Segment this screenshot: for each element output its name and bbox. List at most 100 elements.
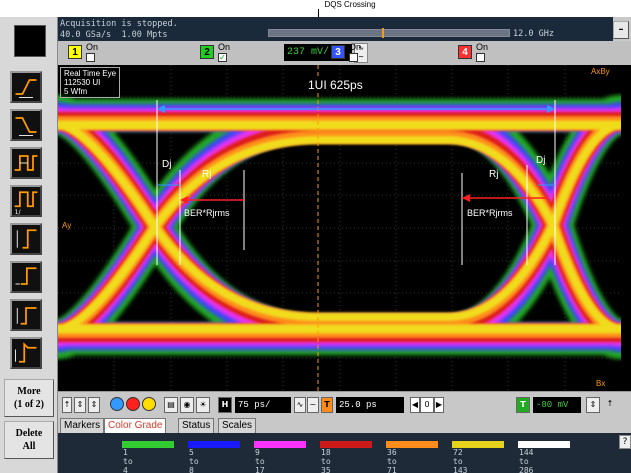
legend-end: 4 (123, 466, 128, 473)
delay-field[interactable]: 25.0 ps (336, 397, 404, 413)
acquisition-memory-bar (268, 28, 510, 38)
red-marker-button[interactable] (126, 397, 140, 411)
minimize-button[interactable]: – (613, 21, 629, 39)
legend-item: 36 to 71 (386, 441, 438, 473)
channel-4-button[interactable]: 4 (458, 45, 472, 59)
legend-swatch (320, 441, 372, 448)
top-level-measure-button[interactable] (10, 299, 42, 331)
bx-marker-label: Bx (596, 379, 606, 388)
legend-item: 72 to 143 (452, 441, 504, 473)
delete-label: Delete (15, 428, 43, 439)
eye-diagram-display[interactable]: Real Time Eye 112530 UI 5 Wfm 1UI 625ps … (58, 65, 621, 391)
legend-to: to (321, 457, 331, 466)
legend-item: 1 to 4 (122, 441, 174, 473)
camera-icon[interactable]: ◉ (180, 397, 194, 413)
channel-4-toggle[interactable]: On (476, 43, 488, 62)
acquisition-status-bar: Acquisition is stopped. 40.0 GSa/s 1.00 … (58, 17, 613, 41)
stop-icon[interactable]: ↑ (62, 397, 72, 413)
overshoot-measure-button[interactable] (10, 337, 42, 369)
tab-color-grade[interactable]: Color Grade (104, 418, 167, 433)
control-bar: ↑ ⇕ ⇕ ▤ ◉ ☀ H 75 ps/ ∿ ~ T 25.0 ps ◀ 0 ▶… (58, 391, 631, 417)
legend-from: 18 (321, 448, 331, 457)
more-button[interactable]: More (1 of 2) (4, 379, 54, 417)
delete-all-button[interactable]: Delete All (4, 421, 54, 459)
channel-2-checkbox[interactable]: ✓ (218, 53, 227, 62)
channel-3-toggle[interactable]: On (349, 43, 361, 62)
delay-button[interactable]: T (321, 397, 333, 413)
vertical-adjust-button[interactable]: ⇕ (88, 397, 100, 413)
legend-item: 5 to 8 (188, 441, 240, 473)
amplitude-measure-button[interactable] (10, 223, 42, 255)
horizontal-button[interactable]: H (218, 397, 232, 413)
rj-label-right: Rj (489, 169, 499, 180)
dj-label-left: Dj (162, 159, 172, 170)
channel-1-on-label: On (86, 42, 99, 52)
memory-depth: 1.00 Mpts (121, 30, 168, 40)
time-scale-spinner[interactable]: ∿ (294, 397, 306, 413)
channel-2-button[interactable]: 2 (200, 45, 214, 59)
channel-1-checkbox[interactable] (86, 53, 95, 62)
svg-text:1/: 1/ (15, 209, 22, 215)
nav-right-button[interactable]: ▶ (434, 397, 444, 413)
legend-to: to (123, 457, 133, 466)
legend-end: 8 (189, 466, 194, 473)
legend-end: 286 (519, 466, 534, 473)
channel-3-checkbox[interactable] (349, 53, 358, 62)
channel-3-button[interactable]: 3 (331, 45, 345, 59)
help-button[interactable]: ? (619, 435, 631, 449)
base-measure-button[interactable] (10, 261, 42, 293)
tab-status[interactable]: Status (178, 418, 215, 433)
amplitude-icon (16, 229, 37, 249)
falling-edge-icon (15, 117, 37, 136)
left-toolbar: 1/ More (1 of 2) Delete All (0, 17, 58, 473)
delay-wave-icon[interactable]: ~ (307, 397, 319, 413)
time-scale-field[interactable]: 75 ps/ (235, 397, 291, 413)
period-measure-button[interactable]: 1/ (10, 185, 42, 217)
vertical-stepper[interactable]: ⇕ (74, 397, 86, 413)
legend-to: to (453, 457, 463, 466)
legend-swatch (386, 441, 438, 448)
rising-edge-measure-button[interactable] (10, 71, 42, 103)
rj-label-left: Rj (202, 169, 212, 180)
dj-label-right: Dj (536, 155, 546, 166)
top-level-icon (16, 307, 37, 325)
ber-label-left: BER*Rjrms (184, 208, 230, 218)
nav-left-button[interactable]: ◀ (410, 397, 420, 413)
print-icon[interactable]: ▤ (164, 397, 178, 413)
channel-4-checkbox[interactable] (476, 53, 485, 62)
legend-item: 144 to 286 (518, 441, 570, 473)
tab-bar: Markers Color Grade Status Scales (58, 417, 631, 433)
rj-arrows (180, 194, 548, 204)
dqs-crossing-callout: DQS Crossing (324, 0, 376, 9)
falling-edge-measure-button[interactable] (10, 109, 42, 141)
legend-to: to (255, 457, 265, 466)
memory-position-marker (382, 28, 384, 38)
legend-item: 9 to 17 (254, 441, 306, 473)
brightness-icon[interactable]: ☀ (196, 397, 210, 413)
channel-2-toggle[interactable]: On ✓ (218, 43, 230, 62)
trigger-edge-icon[interactable]: ↑ (603, 397, 617, 413)
trigger-button[interactable]: T (516, 397, 530, 413)
status-indicator (14, 25, 46, 57)
sample-rate: 40.0 GSa/s (60, 30, 112, 40)
yellow-marker-button[interactable] (142, 397, 156, 411)
base-level-icon (15, 267, 37, 285)
axby-marker-label: AxBy (591, 67, 610, 76)
channel-1-toggle[interactable]: On (86, 43, 98, 62)
color-grade-legend: 1 to 4 5 to 8 9 to 17 18 to 35 36 to 71 (58, 433, 631, 473)
legend-end: 17 (255, 466, 265, 473)
legend-from: 144 (519, 448, 534, 457)
legend-swatch (452, 441, 504, 448)
channel-1-button[interactable]: 1 (68, 45, 82, 59)
pulse-width-measure-button[interactable] (10, 147, 42, 179)
trigger-level-field[interactable]: -80 mV (533, 397, 581, 413)
tab-scales[interactable]: Scales (218, 418, 257, 433)
blue-marker-button[interactable] (110, 397, 124, 411)
tab-markers[interactable]: Markers (60, 418, 105, 433)
waveform-count: 5 Wfm (64, 87, 88, 96)
channel-2-on-label: On (218, 42, 231, 52)
nav-zero-button[interactable]: 0 (420, 397, 434, 413)
legend-swatch (188, 441, 240, 448)
unit-interval-label: 1UI 625ps (306, 78, 365, 92)
trigger-level-spinner[interactable]: ⇕ (586, 397, 600, 413)
